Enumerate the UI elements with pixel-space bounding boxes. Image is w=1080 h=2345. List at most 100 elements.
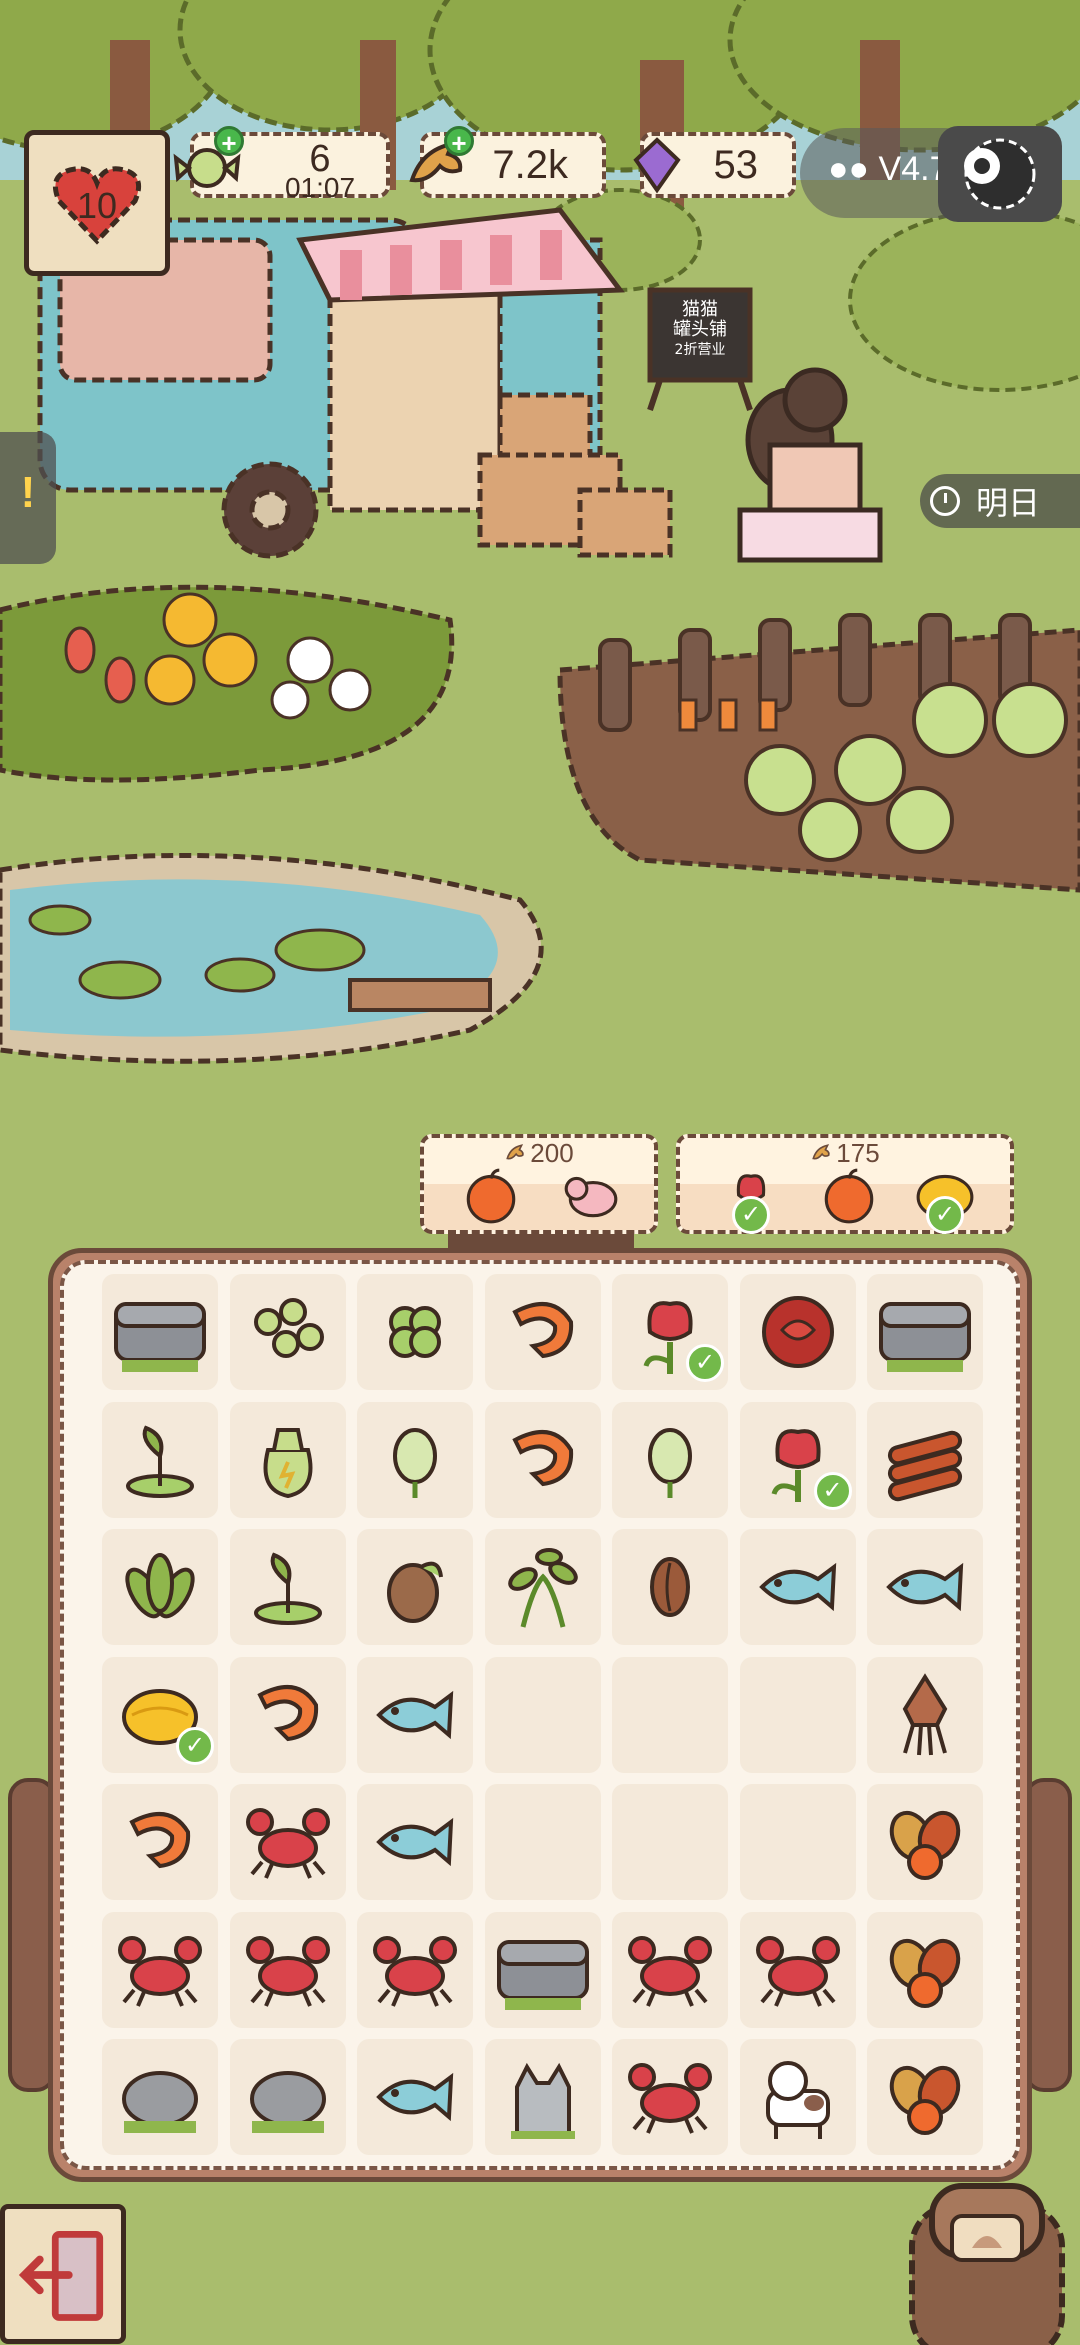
- fish-icon: [758, 1562, 836, 1612]
- inventory-cell[interactable]: [357, 2039, 473, 2155]
- inventory-cell[interactable]: [612, 1401, 728, 1518]
- shrimp-icon: [511, 1429, 573, 1486]
- lives-count: 10: [76, 185, 118, 226]
- inventory-cell[interactable]: [867, 1784, 983, 1900]
- inventory-cell-empty[interactable]: [612, 1656, 728, 1773]
- fish-icon: [376, 1690, 454, 1739]
- backpack-icon[interactable]: [892, 2176, 1080, 2345]
- fish-icon: [886, 1562, 964, 1612]
- fish-coin-counter[interactable]: + 7.2k: [409, 126, 606, 198]
- add-energy-button[interactable]: +: [214, 126, 244, 157]
- chest-icon: [496, 1939, 589, 2010]
- next-refresh-timer[interactable]: 明日: [920, 474, 1080, 528]
- flower-bud-icon: [648, 1427, 692, 1498]
- inventory-cell[interactable]: [357, 1401, 473, 1518]
- inventory-cell-empty[interactable]: [739, 1784, 856, 1900]
- inventory-cell[interactable]: [229, 1274, 346, 1390]
- shop-sign-text: 猫猫 罐头铺 2折营业: [652, 300, 748, 360]
- gem-counter[interactable]: 53: [633, 132, 796, 198]
- inventory-cell[interactable]: [229, 1911, 346, 2028]
- chest-icon: [114, 1302, 206, 1372]
- inventory-cell[interactable]: [612, 1911, 728, 2028]
- exit-button[interactable]: [0, 2204, 126, 2344]
- cat-statue-icon: [510, 2062, 575, 2139]
- inventory-cell[interactable]: [739, 1529, 856, 1645]
- cow-icon: [765, 2061, 830, 2139]
- sprout-icon: [253, 1552, 322, 1625]
- gem-count: 53: [713, 142, 759, 187]
- crab-icon: [628, 2063, 712, 2134]
- energy-timer: 01:07: [284, 172, 356, 203]
- inventory-cell-empty[interactable]: [484, 1784, 601, 1900]
- fruit-bundle-icon: [889, 1810, 961, 1880]
- quest-alert-tab[interactable]: !: [0, 432, 56, 564]
- inventory-cell-empty[interactable]: [739, 1656, 856, 1773]
- exit-door-icon: [18, 2230, 104, 2321]
- inventory-cell[interactable]: ✓: [102, 1656, 218, 1773]
- fish-coin-count: 7.2k: [492, 142, 568, 187]
- inventory-cell[interactable]: [484, 1401, 601, 1518]
- inventory-cell[interactable]: [612, 1529, 728, 1645]
- settings-button[interactable]: [938, 126, 1062, 222]
- inventory-cell[interactable]: [229, 1784, 346, 1900]
- fish-coin-icon: [506, 1144, 525, 1160]
- inventory-cell[interactable]: [739, 1911, 856, 2028]
- order-card-1[interactable]: 200: [420, 1134, 658, 1234]
- inventory-cell[interactable]: [357, 1656, 473, 1773]
- inventory-cell[interactable]: [484, 1274, 601, 1390]
- fish-icon: [376, 2072, 454, 2122]
- inventory-cell[interactable]: [739, 1274, 856, 1390]
- inventory-cell[interactable]: [357, 1529, 473, 1645]
- inventory-cell[interactable]: [739, 2039, 856, 2155]
- add-fish-coin-button[interactable]: +: [444, 126, 474, 157]
- bean-icon: [650, 1557, 690, 1617]
- lives-button[interactable]: 10: [24, 130, 170, 276]
- chest-icon: [879, 1302, 971, 1372]
- crab-icon: [373, 1935, 457, 2007]
- shop-sign-line1: 猫猫: [682, 299, 718, 320]
- inventory-cell[interactable]: [867, 1529, 983, 1645]
- inventory-cell[interactable]: [102, 1529, 218, 1645]
- inventory-cell[interactable]: [867, 1274, 983, 1390]
- inventory-cell[interactable]: [102, 1274, 218, 1390]
- inventory-cell[interactable]: [102, 1784, 218, 1900]
- rose-icon: [761, 1296, 834, 1368]
- crab-icon: [628, 1935, 712, 2007]
- more-dots-icon: ●●: [828, 150, 870, 188]
- inventory-cell-empty[interactable]: [484, 1656, 601, 1773]
- fruit-bundle-icon: [889, 1938, 961, 2008]
- stone-icon: [122, 2071, 198, 2133]
- inventory-cell[interactable]: [102, 1911, 218, 2028]
- inventory-cell[interactable]: [867, 1656, 983, 1773]
- shrimp-icon: [129, 1812, 191, 1869]
- inventory-cell[interactable]: [484, 2039, 601, 2155]
- inventory-cell[interactable]: [102, 2039, 218, 2155]
- pig-icon: [564, 1176, 618, 1218]
- inventory-cell[interactable]: ✓: [612, 1274, 728, 1390]
- seeds-icon: [253, 1298, 324, 1358]
- inventory-cell[interactable]: [357, 1784, 473, 1900]
- squid-icon: [902, 1672, 948, 1755]
- inventory-cell[interactable]: [357, 1274, 473, 1390]
- clover-icon: [389, 1306, 441, 1358]
- inventory-cell[interactable]: [229, 2039, 346, 2155]
- inventory-cell[interactable]: [229, 1656, 346, 1773]
- inventory-cell-empty[interactable]: [612, 1784, 728, 1900]
- order-card-2[interactable]: 175 ✓ ✓: [676, 1134, 1014, 1234]
- order-ready-check: ✓: [813, 1471, 852, 1510]
- inventory-cell[interactable]: [484, 1911, 601, 2028]
- inventory-cell[interactable]: ✓: [739, 1401, 856, 1518]
- crab-icon: [245, 1808, 330, 1879]
- flower-bud-icon: [393, 1427, 437, 1498]
- inventory-cell[interactable]: [484, 1529, 601, 1645]
- inventory-cell[interactable]: [612, 2039, 728, 2155]
- inventory-cell[interactable]: [102, 1401, 218, 1518]
- energy-counter[interactable]: + 6 01:07: [173, 126, 390, 203]
- inventory-cell[interactable]: [867, 1401, 983, 1518]
- inventory-cell[interactable]: [229, 1401, 346, 1518]
- inventory-cell[interactable]: [229, 1529, 346, 1645]
- shop-sign-line3: 2折营业: [674, 342, 726, 358]
- inventory-cell[interactable]: [867, 1911, 983, 2028]
- inventory-cell[interactable]: [867, 2039, 983, 2155]
- inventory-cell[interactable]: [357, 1911, 473, 2028]
